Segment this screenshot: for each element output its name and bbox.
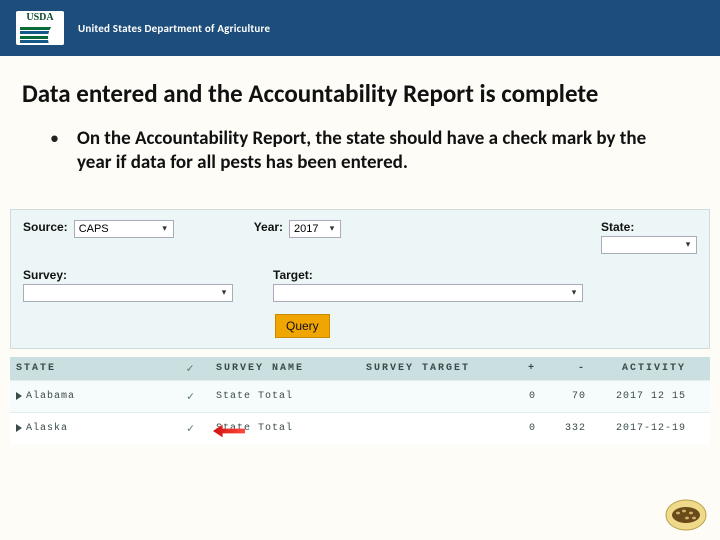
table-header-row: STATE ✓ SURVEY NAME SURVEY TARGET + - AC… bbox=[10, 357, 710, 380]
col-state[interactable]: STATE bbox=[16, 363, 166, 374]
cell-state: Alaska bbox=[26, 423, 68, 434]
source-label: Source: bbox=[23, 220, 68, 234]
cell-plus: 0 bbox=[496, 391, 536, 402]
cell-name: State Total bbox=[216, 391, 366, 402]
cell-check: ✓ bbox=[166, 389, 216, 404]
expand-icon[interactable] bbox=[16, 424, 22, 432]
usda-header: USDA United States Department of Agricul… bbox=[0, 0, 720, 56]
usda-logo: USDA bbox=[16, 11, 64, 45]
cell-minus: 70 bbox=[536, 391, 586, 402]
filter-panel: Source: CAPS ▾ Year: 2017 ▾ State: ▾ Sur… bbox=[10, 209, 710, 349]
table-row[interactable]: Alabama ✓ State Total 0 70 2017 12 15 bbox=[10, 380, 710, 412]
col-activity[interactable]: ACTIVITY bbox=[586, 363, 686, 374]
year-label: Year: bbox=[254, 220, 283, 234]
bullet-text: On the Accountability Report, the state … bbox=[77, 127, 680, 175]
col-plus[interactable]: + bbox=[496, 363, 536, 374]
source-select[interactable]: CAPS ▾ bbox=[74, 220, 174, 238]
chevron-down-icon: ▾ bbox=[218, 287, 230, 299]
results-table: STATE ✓ SURVEY NAME SURVEY TARGET + - AC… bbox=[10, 357, 710, 444]
year-value: 2017 bbox=[294, 223, 318, 235]
query-button[interactable]: Query bbox=[275, 314, 330, 338]
page-title: Data entered and the Accountability Repo… bbox=[22, 78, 700, 109]
bullet-marker: • bbox=[50, 127, 59, 175]
chevron-down-icon: ▾ bbox=[568, 287, 580, 299]
state-select[interactable]: ▾ bbox=[601, 236, 697, 254]
survey-select[interactable]: ▾ bbox=[23, 284, 233, 302]
cell-plus: 0 bbox=[496, 423, 536, 434]
source-value: CAPS bbox=[79, 223, 109, 235]
state-label: State: bbox=[601, 220, 634, 234]
survey-label: Survey: bbox=[23, 268, 233, 282]
cell-minus: 332 bbox=[536, 423, 586, 434]
expand-icon[interactable] bbox=[16, 392, 22, 400]
col-minus[interactable]: - bbox=[536, 363, 586, 374]
table-row[interactable]: Alaska ✓ State Total 0 332 2017-12-19 bbox=[10, 412, 710, 444]
chevron-down-icon: ▾ bbox=[159, 223, 171, 235]
col-check[interactable]: ✓ bbox=[166, 361, 216, 376]
bullet-item: • On the Accountability Report, the stat… bbox=[50, 127, 680, 175]
target-label: Target: bbox=[273, 268, 583, 282]
chevron-down-icon: ▾ bbox=[326, 223, 338, 235]
cell-activity: 2017-12-19 bbox=[586, 423, 686, 434]
target-select[interactable]: ▾ bbox=[273, 284, 583, 302]
col-survey-target[interactable]: SURVEY TARGET bbox=[366, 363, 496, 374]
chevron-down-icon: ▾ bbox=[682, 239, 694, 251]
pest-icon bbox=[664, 498, 708, 532]
cell-state: Alabama bbox=[26, 391, 75, 402]
col-survey-name[interactable]: SURVEY NAME bbox=[216, 363, 366, 374]
dept-name: United States Department of Agriculture bbox=[78, 22, 270, 35]
cell-activity: 2017 12 15 bbox=[586, 391, 686, 402]
year-select[interactable]: 2017 ▾ bbox=[289, 220, 341, 238]
cell-check: ✓ bbox=[166, 421, 216, 436]
cell-name: State Total bbox=[216, 423, 366, 434]
usda-logo-text: USDA bbox=[16, 12, 64, 23]
